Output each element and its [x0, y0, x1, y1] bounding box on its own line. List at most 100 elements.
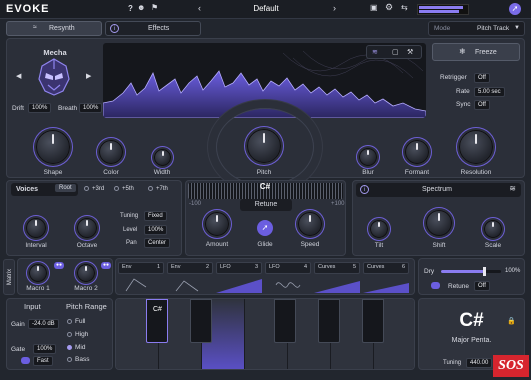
black-key[interactable]	[190, 299, 212, 343]
lock-icon[interactable]: 🔒	[507, 317, 516, 325]
key-tuning-value[interactable]: 440.00	[466, 358, 493, 368]
source-name: Mecha	[43, 48, 67, 57]
mod-slot-number: 3	[254, 264, 258, 270]
tuner-note: C#	[259, 182, 271, 191]
power-button[interactable]: ➚	[509, 3, 521, 15]
sync-label: Sync	[456, 101, 471, 108]
tab-resynth-label: Resynth	[49, 25, 75, 32]
amount-knob[interactable]	[205, 212, 229, 236]
mod-slot-env-2[interactable]: Env 2	[167, 262, 213, 274]
breath-value[interactable]: 100%	[79, 103, 103, 113]
preset-name[interactable]: Default	[236, 4, 296, 13]
mod-slot-lfo-4[interactable]: LFO 4	[265, 262, 311, 274]
pitch-knob[interactable]	[247, 129, 281, 163]
resolution-knob[interactable]	[459, 130, 493, 164]
next-preset-button[interactable]: ›	[333, 3, 336, 13]
matrix-tab[interactable]: Matrix	[3, 259, 15, 295]
retune-toggle-icon[interactable]	[431, 282, 440, 289]
radio-mid	[67, 344, 72, 350]
output-meter[interactable]	[417, 4, 469, 15]
spectrum-info-icon[interactable]: i	[360, 185, 369, 194]
freeze-button[interactable]: ❄ Freeze	[432, 43, 520, 61]
pitch-range-full[interactable]: Full	[67, 318, 85, 325]
pan-value[interactable]: Center	[144, 238, 171, 248]
shift-knob[interactable]	[426, 210, 452, 236]
black-key[interactable]	[362, 299, 384, 343]
chevron-down-icon: ▼	[514, 25, 520, 31]
mode-select[interactable]: Mode Pitch Track ▼	[428, 21, 525, 36]
fast-toggle-icon[interactable]	[21, 357, 30, 364]
dry-slider-thumb[interactable]	[483, 267, 487, 276]
interval-knob[interactable]	[26, 218, 46, 238]
mix-retune-value[interactable]: Off	[474, 281, 490, 291]
black-key-c-sharp[interactable]: C#	[146, 299, 168, 343]
mod-shapes	[125, 278, 409, 293]
sync-value[interactable]: Off	[474, 100, 490, 110]
glide-button[interactable]: ➚	[257, 220, 273, 236]
blur-knob[interactable]	[359, 148, 377, 166]
speed-knob[interactable]	[298, 212, 322, 236]
pitch-range-bass[interactable]: Bass	[67, 356, 89, 363]
fifth-voice-toggle[interactable]: +5th	[114, 186, 134, 192]
gate-label: Gate	[11, 346, 26, 353]
third-voice-toggle[interactable]: +3rd	[84, 186, 104, 192]
help-button[interactable]: ?	[128, 4, 133, 13]
tuner-max: +100	[331, 201, 345, 207]
next-source-button[interactable]: ▶	[86, 72, 91, 80]
seventh-voice-toggle[interactable]: +7th	[148, 186, 168, 192]
formant-knob[interactable]	[405, 140, 429, 164]
scale-label: Scale	[484, 242, 502, 249]
seventh-toggle-icon	[148, 186, 153, 191]
spectrum-wave-icon[interactable]: ≋	[509, 184, 516, 193]
save-icon[interactable]: ▣	[370, 3, 378, 12]
width-knob[interactable]	[154, 149, 171, 166]
scale-knob[interactable]	[484, 220, 502, 238]
drift-value[interactable]: 100%	[28, 103, 52, 113]
mod-slot-env-1[interactable]: Env 1	[118, 262, 164, 274]
wrench-icon[interactable]: ⚒	[407, 48, 413, 56]
shape-knob[interactable]	[36, 130, 70, 164]
gate-value[interactable]: 100%	[33, 344, 57, 354]
tilt-knob[interactable]	[370, 220, 388, 238]
bell-icon[interactable]: ⚑	[151, 3, 158, 12]
mod-slot-lfo-3[interactable]: LFO 3	[216, 262, 262, 274]
waveform-view-icon[interactable]: ≋	[372, 48, 378, 56]
pitch-range-high[interactable]: High	[67, 331, 88, 338]
color-knob[interactable]	[99, 140, 123, 164]
fast-button[interactable]: Fast	[33, 356, 53, 366]
macro2-link-icon[interactable]: ●●	[101, 262, 111, 269]
glide-label: Glide	[257, 241, 273, 248]
macro1-knob[interactable]	[29, 264, 47, 282]
black-key[interactable]	[318, 299, 340, 343]
mod-slot-curves-6[interactable]: Curves 6	[363, 262, 409, 274]
level-value[interactable]: 100%	[144, 225, 168, 235]
octave-knob[interactable]	[77, 218, 97, 238]
mod-slot-name: Env	[122, 264, 132, 270]
cube-view-icon[interactable]: ▢	[392, 48, 399, 56]
prev-preset-button[interactable]: ‹	[198, 3, 201, 13]
mode-value: Pitch Track	[477, 25, 510, 32]
macro1-link-icon[interactable]: ●●	[54, 262, 64, 269]
mod-slot-curves-5[interactable]: Curves 5	[314, 262, 360, 274]
tuning-value[interactable]: Fixed	[144, 211, 167, 221]
pitch-label: Pitch	[256, 169, 272, 176]
mod-slot-name: Curves	[367, 264, 385, 270]
gain-value[interactable]: -24.0 dB	[28, 319, 59, 329]
tab-effects[interactable]: i Effects	[105, 21, 201, 36]
root-button[interactable]: Root	[55, 184, 76, 192]
tab-resynth[interactable]: ≈ Resynth	[6, 21, 102, 36]
retune-label: Retune	[240, 199, 292, 211]
rate-value[interactable]: 5.00 sec	[474, 87, 505, 97]
shuffle-icon[interactable]: ⇆	[401, 3, 408, 12]
retrigger-value[interactable]: Off	[474, 73, 490, 83]
prev-source-button[interactable]: ◀	[16, 72, 21, 80]
macro2-knob[interactable]	[77, 264, 95, 282]
bass-label: Bass	[75, 356, 90, 363]
mod-slot-name: Curves	[318, 264, 336, 270]
black-key[interactable]	[274, 299, 296, 343]
dry-slider[interactable]	[441, 267, 501, 276]
macro2-label: Macro 2	[74, 285, 98, 292]
pitch-range-mid[interactable]: Mid	[67, 344, 85, 351]
user-icon[interactable]: ☻	[137, 3, 145, 12]
gear-icon[interactable]: ⚙	[385, 2, 393, 13]
